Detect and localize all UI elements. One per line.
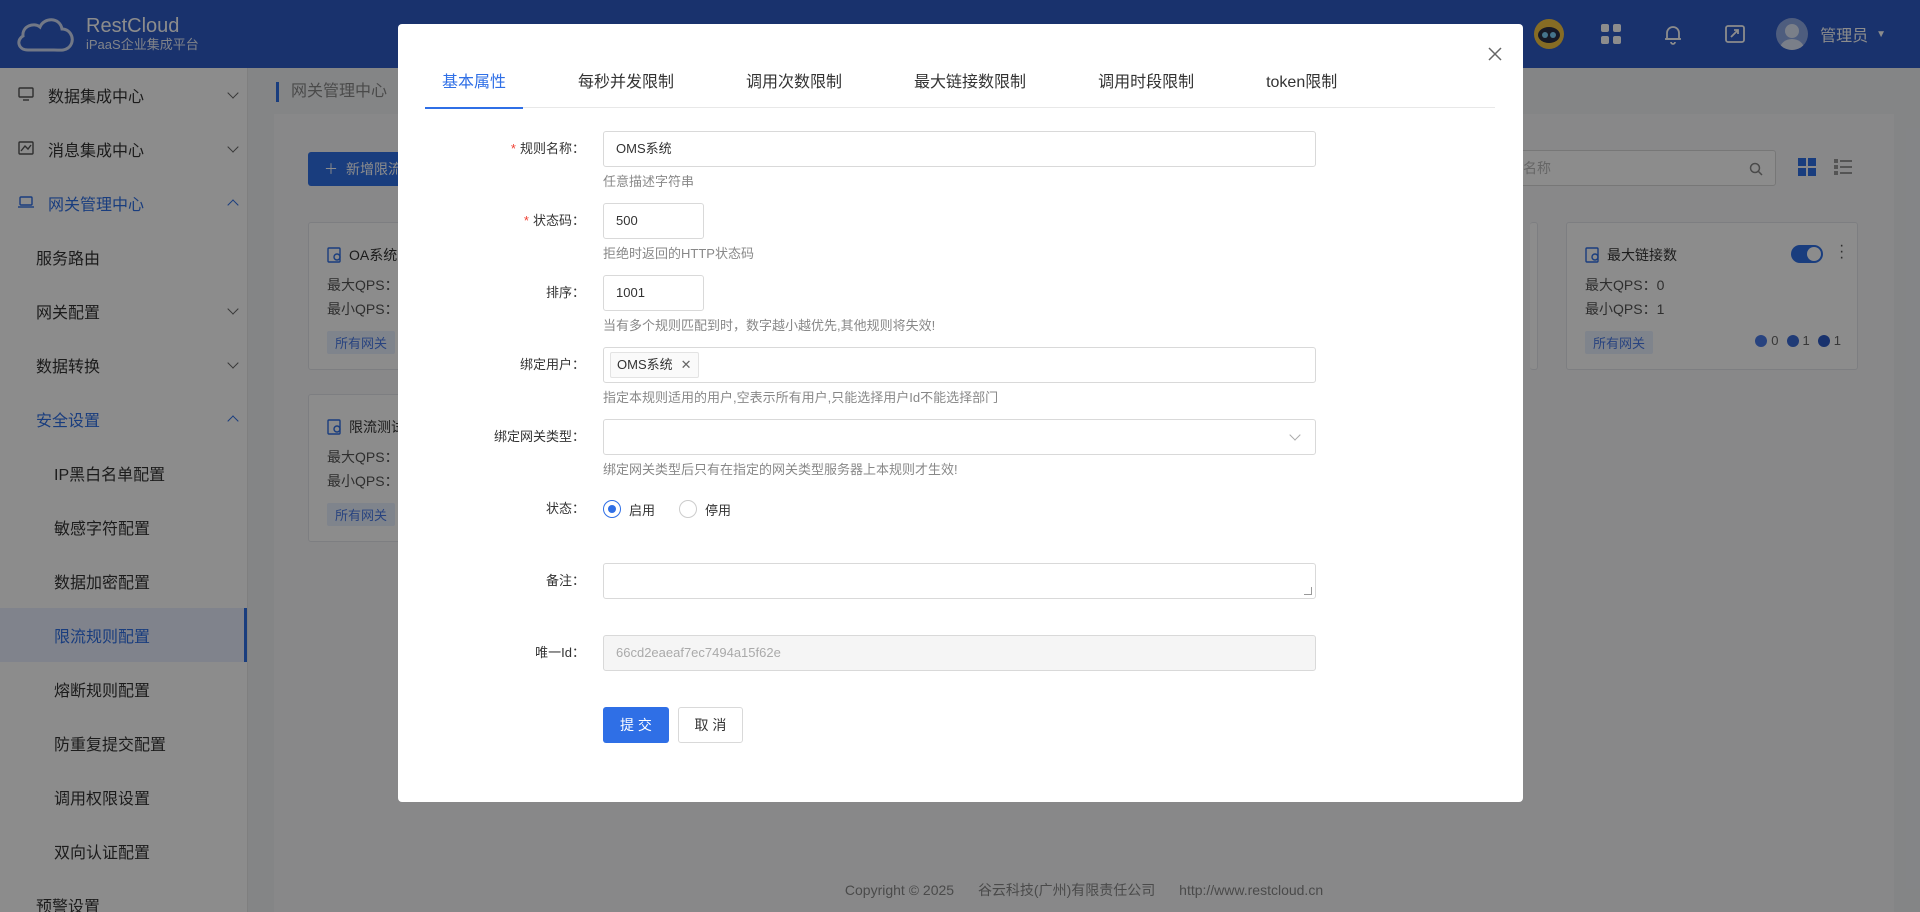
tab-concurrency[interactable]: 每秒并发限制 bbox=[561, 68, 691, 108]
rule-name-label: * 规则名称： bbox=[510, 141, 585, 156]
uid-label: 唯一Id： bbox=[535, 645, 585, 660]
close-icon[interactable] bbox=[1487, 46, 1503, 62]
tab-token[interactable]: token限制 bbox=[1249, 68, 1354, 108]
order-label: 排序： bbox=[545, 285, 585, 300]
tab-call-count[interactable]: 调用次数限制 bbox=[729, 68, 859, 108]
radio-label: 启用 bbox=[629, 502, 656, 518]
bind-user-select[interactable]: OMS系统 ✕ bbox=[603, 347, 1316, 383]
gateway-type-select[interactable] bbox=[603, 419, 1316, 455]
cancel-button[interactable]: 取 消 bbox=[678, 707, 743, 743]
radio-unchecked-icon bbox=[679, 500, 698, 518]
gateway-type-help: 绑定网关类型后只有在指定的网关类型服务器上本规则才生效! bbox=[603, 462, 958, 477]
radio-disable[interactable]: 停用 bbox=[679, 500, 731, 519]
chevron-down-icon bbox=[1289, 429, 1301, 441]
radio-enable[interactable]: 启用 bbox=[603, 500, 655, 519]
state-radio-group: 启用 停用 bbox=[603, 491, 755, 527]
status-code-label: * 状态码： bbox=[523, 213, 585, 228]
order-input[interactable]: 1001 bbox=[603, 275, 704, 311]
resize-grip-icon[interactable] bbox=[1304, 587, 1312, 595]
modal-tabs: 基本属性 每秒并发限制 调用次数限制 最大链接数限制 调用时段限制 token限… bbox=[425, 68, 1495, 109]
chip-remove-icon[interactable]: ✕ bbox=[681, 353, 692, 377]
rule-name-help: 任意描述字符串 bbox=[603, 174, 695, 189]
radio-checked-icon bbox=[603, 500, 621, 518]
submit-button[interactable]: 提 交 bbox=[603, 707, 669, 743]
user-chip: OMS系统 ✕ bbox=[610, 352, 699, 378]
tab-max-connections[interactable]: 最大链接数限制 bbox=[897, 68, 1043, 108]
bind-user-help: 指定本规则适用的用户,空表示所有用户,只能选择用户Id不能选择部门 bbox=[603, 390, 999, 405]
state-label: 状态： bbox=[545, 501, 585, 516]
chip-label: OMS系统 bbox=[617, 357, 673, 372]
status-code-input[interactable]: 500 bbox=[603, 203, 704, 239]
tab-time-window[interactable]: 调用时段限制 bbox=[1081, 68, 1211, 108]
radio-label: 停用 bbox=[705, 502, 732, 518]
remark-textarea[interactable] bbox=[603, 563, 1316, 599]
status-code-help: 拒绝时返回的HTTP状态码 bbox=[603, 246, 754, 261]
gateway-type-label: 绑定网关类型： bbox=[493, 429, 585, 444]
rule-name-input[interactable]: OMS系统 bbox=[603, 131, 1316, 167]
bind-user-label: 绑定用户： bbox=[519, 357, 585, 372]
remark-label: 备注： bbox=[545, 573, 585, 588]
rule-edit-modal: 基本属性 每秒并发限制 调用次数限制 最大链接数限制 调用时段限制 token限… bbox=[398, 24, 1523, 802]
uid-input: 66cd2eaeaf7ec7494a15f62e bbox=[603, 635, 1316, 671]
order-help: 当有多个规则匹配到时，数字越小越优先,其他规则将失效! bbox=[603, 318, 936, 333]
tab-basic[interactable]: 基本属性 bbox=[425, 68, 524, 109]
